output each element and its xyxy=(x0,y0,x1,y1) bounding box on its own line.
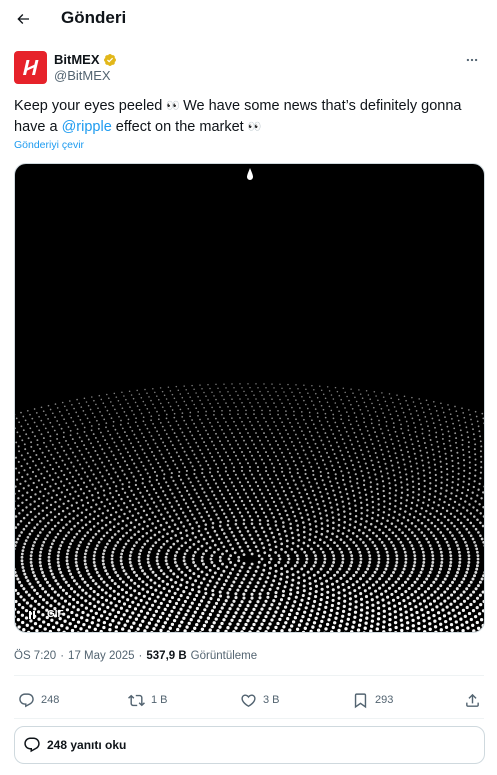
tweet-text-part: effect on the market xyxy=(111,119,248,135)
tweet-time[interactable]: ÖS 7:20 xyxy=(14,650,56,662)
more-options-button[interactable] xyxy=(462,50,482,70)
meta-separator: · xyxy=(60,650,65,662)
tweet-text-part: Keep your eyes peeled xyxy=(14,98,167,114)
meta-separator: · xyxy=(138,650,143,662)
page-header: Gönderi xyxy=(0,0,497,38)
back-button[interactable] xyxy=(10,6,36,32)
reply-icon xyxy=(19,692,34,707)
tweet-author: BitMEX @BitMEX xyxy=(14,50,484,86)
action-bar: 248 1 B 3 B 293 xyxy=(14,686,484,714)
tweet-text: Keep your eyes peeled 👀 We have some new… xyxy=(14,96,484,138)
dot-field-image xyxy=(15,168,484,632)
read-replies-label: 248 yanıtı oku xyxy=(47,738,127,752)
read-replies-button[interactable]: 248 yanıtı oku xyxy=(14,726,485,764)
divider xyxy=(14,718,484,719)
bookmark-button[interactable]: 293 xyxy=(352,686,393,714)
arrow-left-icon xyxy=(17,14,29,24)
like-count: 3 B xyxy=(263,694,280,706)
translate-post-link[interactable]: Gönderiyi çevir xyxy=(14,139,84,151)
more-dots-icon xyxy=(466,58,478,62)
reply-button[interactable]: 248 xyxy=(18,686,59,714)
reply-bubble-icon xyxy=(24,737,40,753)
gif-controls: GIF xyxy=(29,609,64,620)
share-button[interactable] xyxy=(464,686,481,714)
eyes-emoji-icon: 👀 xyxy=(247,121,262,133)
divider xyxy=(14,675,484,676)
verified-badge-icon xyxy=(103,53,117,67)
bookmark-count: 293 xyxy=(375,694,394,706)
eyes-emoji-icon: 👀 xyxy=(166,100,180,112)
gif-media[interactable]: GIF xyxy=(14,163,485,633)
mention-link[interactable]: @ripple xyxy=(62,119,112,135)
repost-icon xyxy=(128,694,145,706)
tweet-meta: ÖS 7:20 · 17 May 2025 · 537,9 B Görüntül… xyxy=(14,650,257,662)
avatar[interactable] xyxy=(14,51,47,84)
repost-count: 1 B xyxy=(151,694,168,706)
pause-icon[interactable] xyxy=(29,610,35,619)
views-count: 537,9 B xyxy=(146,650,187,662)
gif-badge: GIF xyxy=(47,609,64,620)
repost-button[interactable]: 1 B xyxy=(128,686,168,714)
author-name[interactable]: BitMEX xyxy=(54,52,100,67)
bitmex-logo-icon xyxy=(23,60,39,75)
reply-count: 248 xyxy=(41,694,60,706)
share-icon xyxy=(466,693,479,707)
views-label: Görüntüleme xyxy=(190,650,258,662)
page-title: Gönderi xyxy=(61,8,127,27)
tweet-date[interactable]: 17 May 2025 xyxy=(68,650,135,662)
bookmark-icon xyxy=(354,692,367,708)
heart-icon xyxy=(241,693,256,707)
author-name-row[interactable]: BitMEX xyxy=(54,52,117,67)
author-handle[interactable]: @BitMEX xyxy=(54,68,111,83)
like-button[interactable]: 3 B xyxy=(240,686,280,714)
